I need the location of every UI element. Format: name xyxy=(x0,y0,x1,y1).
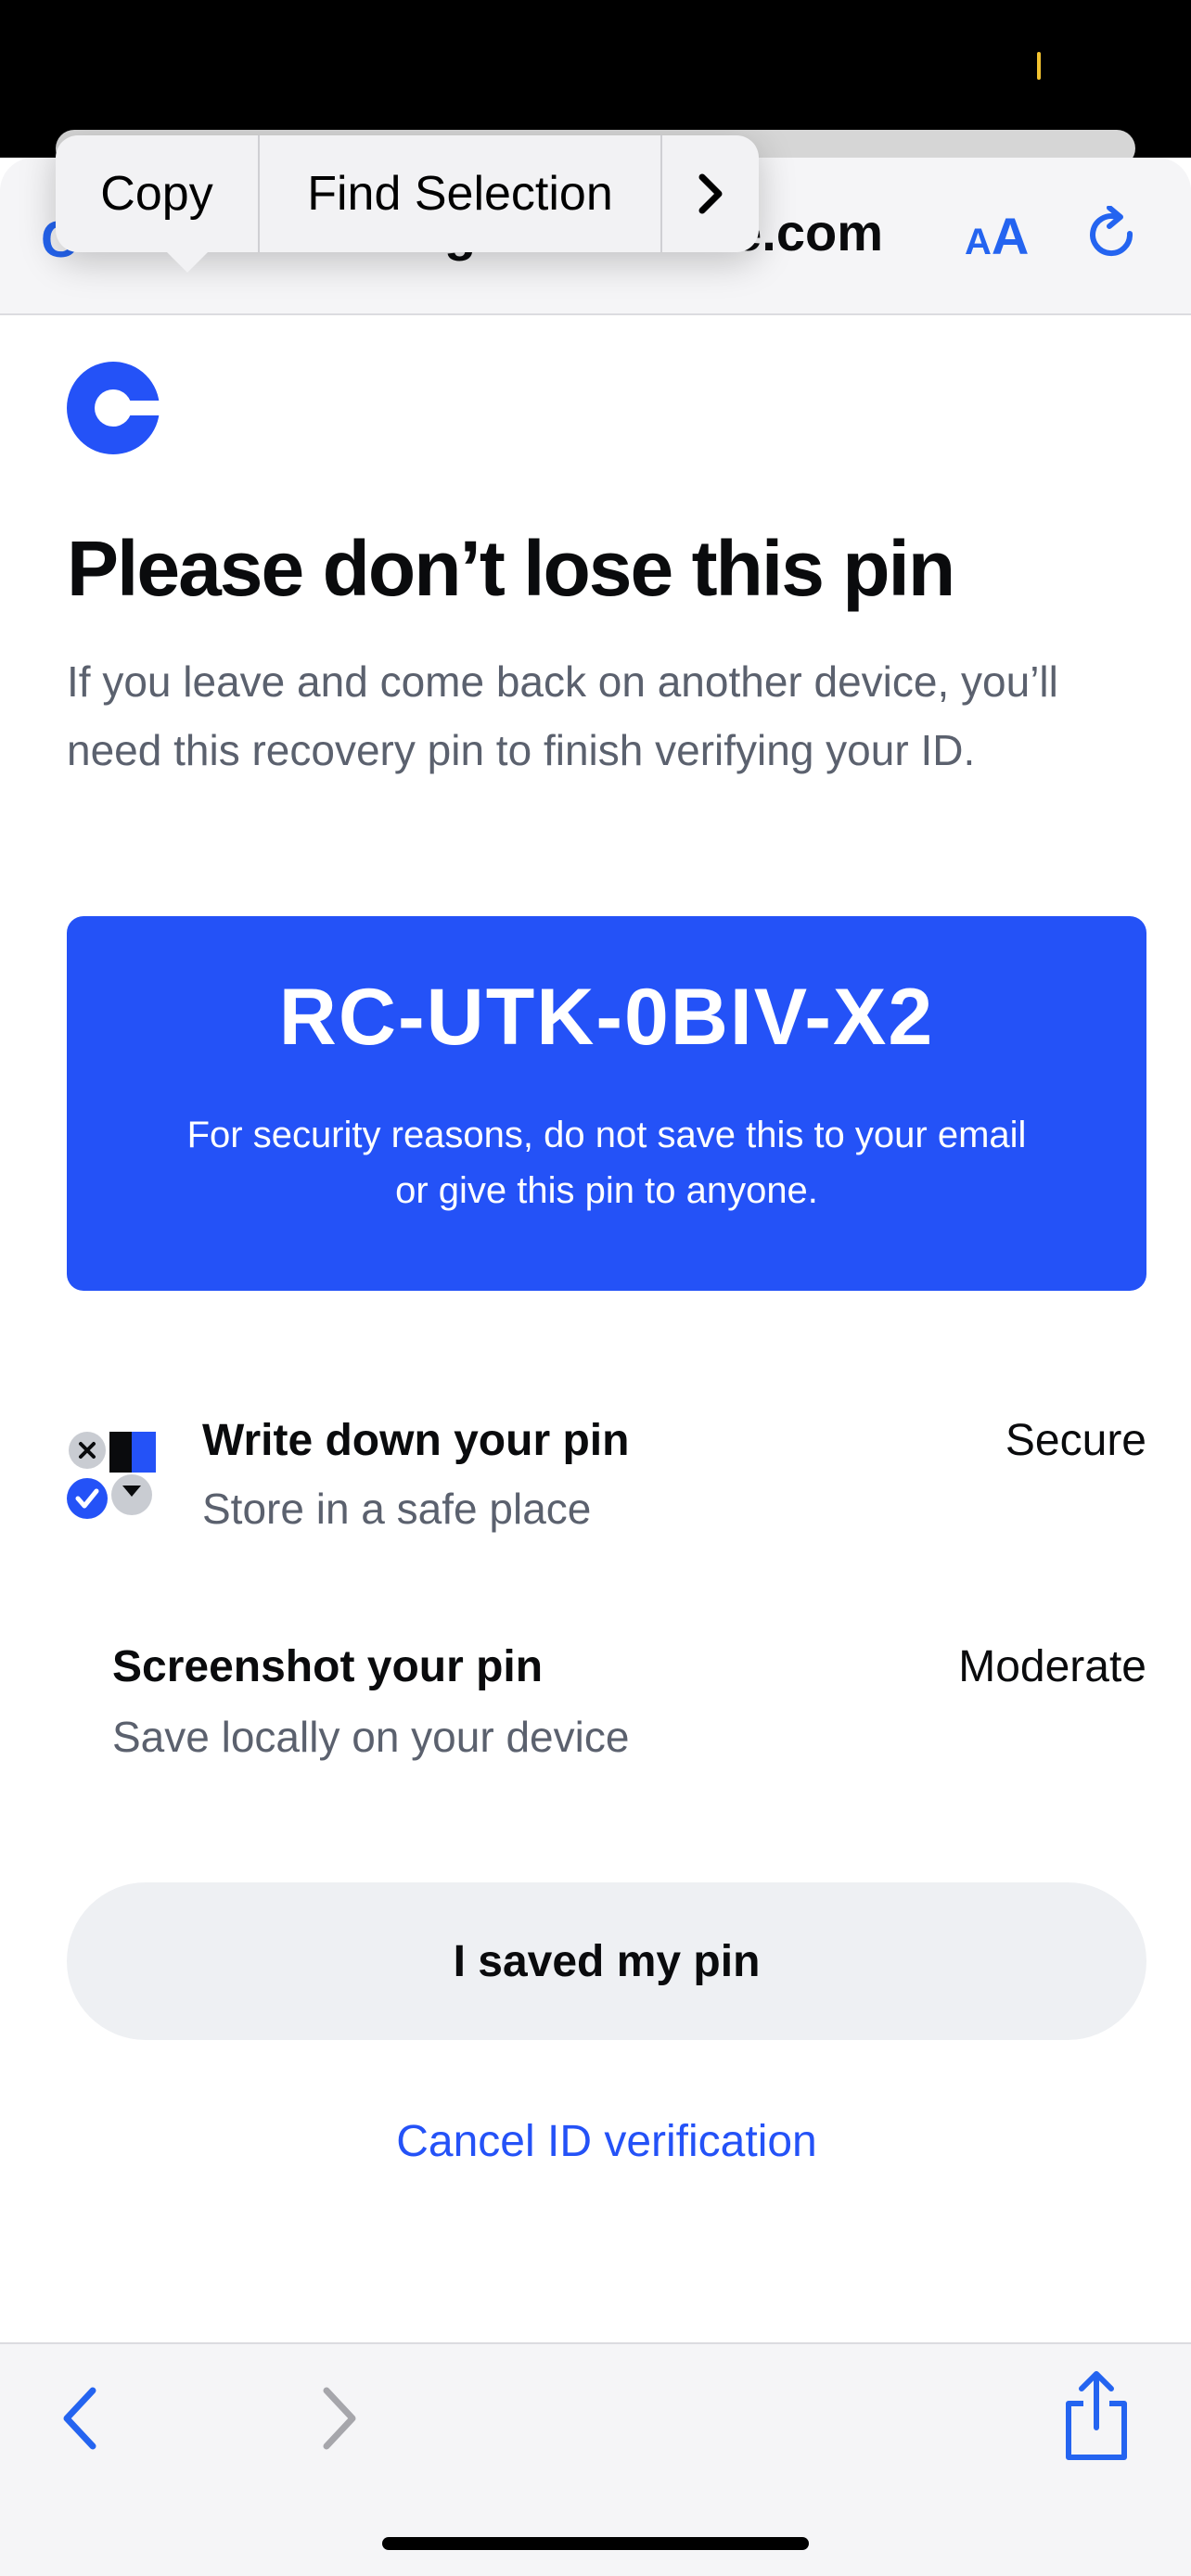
option-screenshot-title: Screenshot your pin xyxy=(112,1642,544,1691)
reload-icon[interactable] xyxy=(1085,206,1141,265)
recovery-pin-code[interactable]: RC-UTK-0BIV-X2 xyxy=(67,972,1146,1064)
option-write-down-tag: Secure xyxy=(1005,1416,1146,1465)
option-screenshot-subtitle: Save locally on your device xyxy=(112,1713,630,1761)
text-selection-menu: Copy Find Selection xyxy=(56,135,759,273)
coinbase-logo-icon xyxy=(67,362,160,454)
page-subtitle: If you leave and come back on another de… xyxy=(67,657,1058,774)
pin-security-note: For security reasons, do not save this t… xyxy=(186,1115,1027,1211)
saved-pin-button[interactable]: I saved my pin xyxy=(67,1882,1146,2040)
page-title: Please don’t lose this pin xyxy=(67,525,955,612)
copy-menu-item[interactable]: Copy xyxy=(56,135,260,252)
home-indicator[interactable] xyxy=(382,2537,809,2550)
share-icon[interactable] xyxy=(1061,2370,1132,2463)
find-selection-menu-item[interactable]: Find Selection xyxy=(260,135,662,252)
cancel-id-verification-link[interactable]: Cancel ID verification xyxy=(0,2116,1191,2167)
reader-aa-button[interactable]: AA xyxy=(965,206,1029,266)
option-write-down-subtitle: Store in a safe place xyxy=(202,1485,592,1533)
forward-arrow-icon[interactable] xyxy=(315,2381,364,2455)
more-menu-button[interactable] xyxy=(662,135,759,252)
recovery-pin-card: RC-UTK-0BIV-X2 For security reasons, do … xyxy=(67,916,1146,1291)
write-down-icon xyxy=(67,1432,156,1519)
back-arrow-icon[interactable] xyxy=(56,2381,104,2455)
status-indicator-dot xyxy=(1037,52,1041,80)
option-write-down-title: Write down your pin xyxy=(202,1416,630,1465)
chevron-right-icon xyxy=(698,173,723,214)
option-screenshot-tag: Moderate xyxy=(958,1642,1146,1691)
